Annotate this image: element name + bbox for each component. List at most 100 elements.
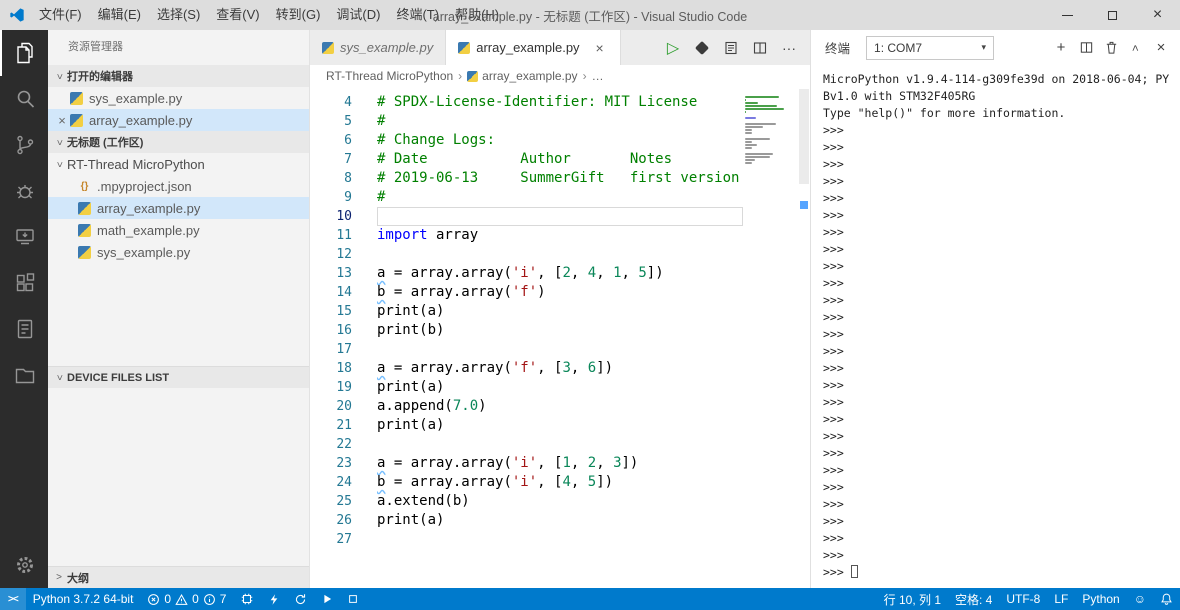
- code-line[interactable]: 8 # 2019-06-13 SummerGift first version: [310, 169, 743, 188]
- close-panel-button[interactable]: ×: [1150, 37, 1172, 59]
- search-icon[interactable]: [0, 76, 48, 122]
- encoding[interactable]: UTF-8: [999, 588, 1047, 610]
- code-line[interactable]: 22: [310, 435, 743, 454]
- section-outline[interactable]: > 大纲: [48, 566, 309, 588]
- remote-indicator[interactable]: ><: [0, 588, 26, 610]
- code-line[interactable]: 14 b = array.array('f'): [310, 283, 743, 302]
- terminal-prompt-line: >>>: [823, 157, 851, 171]
- code-line[interactable]: 7 # Date Author Notes: [310, 150, 743, 169]
- close-window-button[interactable]: ×: [1135, 0, 1180, 30]
- terminal-output[interactable]: MicroPython v1.9.4-114-g309fe39d on 2018…: [811, 65, 1180, 588]
- close-icon[interactable]: ×: [54, 113, 70, 128]
- tree-item[interactable]: math_example.py: [48, 219, 309, 241]
- device-files-icon[interactable]: [0, 352, 48, 398]
- source-control-icon[interactable]: [0, 122, 48, 168]
- flash-download-button[interactable]: [261, 588, 287, 610]
- tree-item[interactable]: sys_example.py: [48, 241, 309, 263]
- code-line[interactable]: 27: [310, 530, 743, 549]
- language-mode[interactable]: Python: [1075, 588, 1126, 610]
- minimap[interactable]: [743, 87, 798, 588]
- indentation[interactable]: 空格: 4: [948, 588, 999, 610]
- run-python-file-button[interactable]: ▷: [660, 35, 686, 61]
- cursor-position[interactable]: 行 10, 列 1: [877, 588, 948, 610]
- terminal-selector-value: 1: COM7: [874, 40, 923, 55]
- terminal-selector[interactable]: 1: COM7 ▾: [866, 35, 995, 60]
- split-terminal-button[interactable]: [1075, 37, 1097, 59]
- more-actions-button[interactable]: ···: [776, 35, 802, 61]
- maximize-panel-button[interactable]: >: [1125, 37, 1147, 59]
- download-board-icon[interactable]: [0, 214, 48, 260]
- code-line[interactable]: 16 print(b): [310, 321, 743, 340]
- code-line[interactable]: 18 a = array.array('f', [3, 6]): [310, 359, 743, 378]
- code-line[interactable]: 15 print(a): [310, 302, 743, 321]
- menu-item[interactable]: 选择(S): [149, 0, 208, 30]
- code-line[interactable]: 21 print(a): [310, 416, 743, 435]
- terminal-tab[interactable]: 终端: [825, 38, 850, 57]
- stop-program-button[interactable]: [340, 588, 366, 610]
- scrollbar-thumb[interactable]: [799, 89, 809, 184]
- split-editor-button[interactable]: [747, 35, 773, 61]
- menu-item[interactable]: 调试(D): [328, 0, 388, 30]
- feedback-smiley-icon[interactable]: ☺: [1127, 588, 1153, 610]
- sync-button[interactable]: [287, 588, 314, 610]
- eol-sequence[interactable]: LF: [1047, 588, 1075, 610]
- code-line[interactable]: 23 a = array.array('i', [1, 2, 3]): [310, 454, 743, 473]
- menu-item[interactable]: 转到(G): [268, 0, 329, 30]
- code-line[interactable]: 9 #: [310, 188, 743, 207]
- code-line[interactable]: 24 b = array.array('i', [4, 5]): [310, 473, 743, 492]
- tree-item[interactable]: array_example.py: [48, 197, 309, 219]
- tab-sys-example[interactable]: sys_example.py: [310, 30, 447, 65]
- run-program-button[interactable]: [314, 588, 340, 610]
- extensions-icon[interactable]: [0, 260, 48, 306]
- close-tab-icon[interactable]: ×: [592, 40, 608, 56]
- python-file-icon: [458, 41, 471, 54]
- code-line[interactable]: 12: [310, 245, 743, 264]
- code-line[interactable]: 10: [310, 207, 743, 226]
- chevron-down-icon: >: [53, 161, 65, 167]
- open-preview-button[interactable]: [718, 35, 744, 61]
- breadcrumb-item[interactable]: RT-Thread MicroPython: [326, 69, 453, 83]
- problems-indicator[interactable]: 0 0 7: [140, 588, 233, 610]
- open-editor-item[interactable]: sys_example.py: [48, 87, 309, 109]
- menu-item[interactable]: 文件(F): [31, 0, 90, 30]
- code-line[interactable]: 26 print(a): [310, 511, 743, 530]
- menu-item[interactable]: 编辑(E): [90, 0, 149, 30]
- tree-item[interactable]: {} .mpyproject.json: [48, 175, 309, 197]
- breadcrumb-item[interactable]: array_example.py: [482, 69, 577, 83]
- notes-icon[interactable]: [0, 306, 48, 352]
- breadcrumb-item[interactable]: …: [592, 69, 604, 83]
- explorer-icon[interactable]: [0, 30, 48, 76]
- rt-thread-run-button[interactable]: [689, 35, 715, 61]
- section-device-files[interactable]: > DEVICE FILES LIST: [48, 366, 309, 388]
- menu-item[interactable]: 查看(V): [208, 0, 267, 30]
- code-line[interactable]: 25 a.extend(b): [310, 492, 743, 511]
- code-text: a = array.array('i', [2, 4, 1, 5]): [377, 265, 664, 281]
- editor-scrollbar[interactable]: [798, 87, 810, 588]
- kill-terminal-button[interactable]: [1100, 37, 1122, 59]
- tab-array-example[interactable]: array_example.py ×: [446, 30, 621, 65]
- code-line[interactable]: 4 # SPDX-License-Identifier: MIT License: [310, 93, 743, 112]
- open-editor-item[interactable]: × array_example.py: [48, 109, 309, 131]
- code-line[interactable]: 5 #: [310, 112, 743, 131]
- notifications-bell-icon[interactable]: [1153, 588, 1180, 610]
- code-line[interactable]: 20 a.append(7.0): [310, 397, 743, 416]
- minimize-button[interactable]: [1045, 0, 1090, 30]
- code-line[interactable]: 11 import array: [310, 226, 743, 245]
- code-lines[interactable]: 4 # SPDX-License-Identifier: MIT License 5…: [310, 87, 743, 588]
- python-interpreter[interactable]: Python 3.7.2 64-bit: [26, 588, 141, 610]
- maximize-button[interactable]: [1090, 0, 1135, 30]
- section-open-editors[interactable]: > 打开的编辑器: [48, 65, 309, 87]
- code-line[interactable]: 19 print(a): [310, 378, 743, 397]
- debug-icon[interactable]: [0, 168, 48, 214]
- settings-gear-icon[interactable]: [0, 542, 48, 588]
- code-line[interactable]: 13 a = array.array('i', [2, 4, 1, 5]): [310, 264, 743, 283]
- section-workspace[interactable]: > 无标题 (工作区): [48, 131, 309, 153]
- code-line[interactable]: 6 # Change Logs:: [310, 131, 743, 150]
- board-button[interactable]: [233, 588, 261, 610]
- new-terminal-button[interactable]: +: [1050, 37, 1072, 59]
- terminal-prompt-line: >>>: [823, 378, 851, 392]
- tree-folder-rt-thread[interactable]: > RT-Thread MicroPython: [48, 153, 309, 175]
- code-line[interactable]: 17: [310, 340, 743, 359]
- python-file-icon: [78, 201, 91, 215]
